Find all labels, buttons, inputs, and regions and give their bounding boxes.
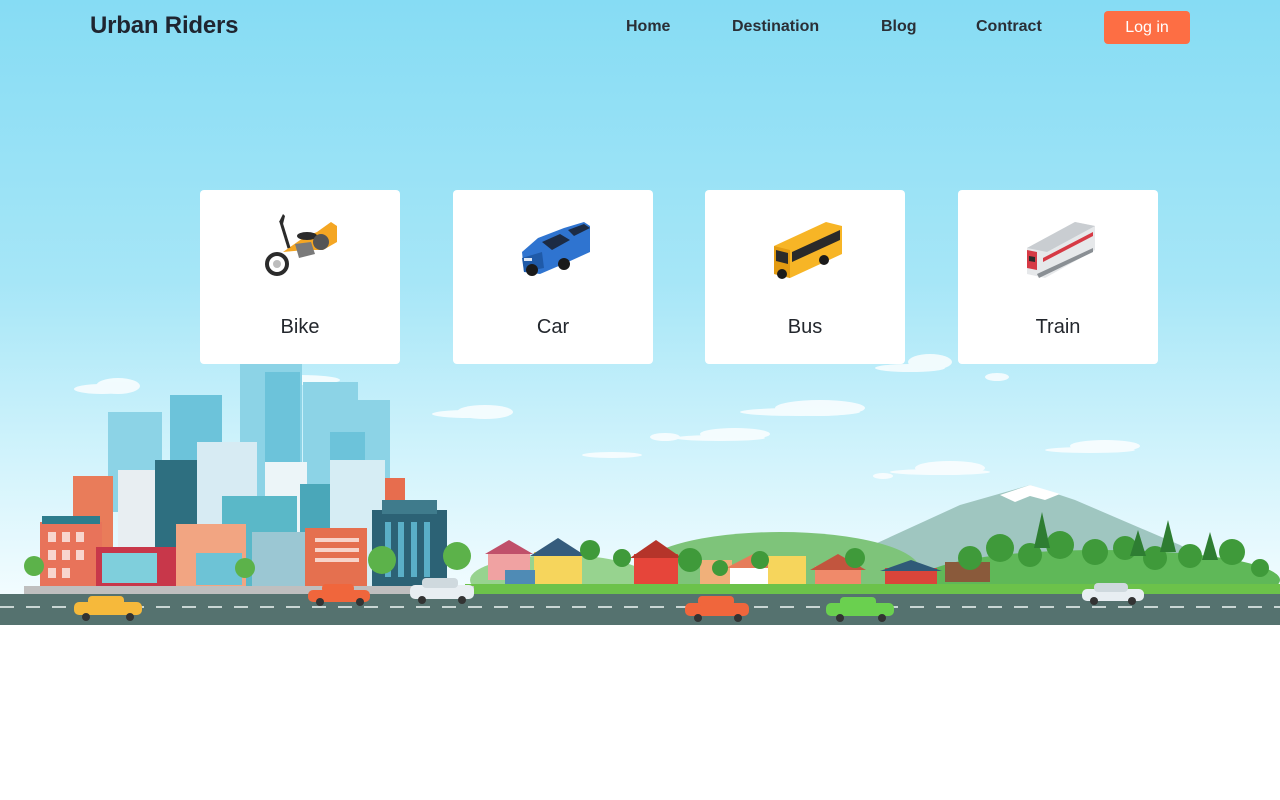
nav-link-home[interactable]: Home [626, 18, 670, 36]
login-button[interactable]: Log in [1104, 11, 1190, 44]
vehicle-card-bike[interactable]: Bike [200, 190, 400, 364]
vehicle-card-train[interactable]: Train [958, 190, 1158, 364]
nav-link-blog[interactable]: Blog [881, 18, 917, 36]
bus-icon [774, 222, 842, 279]
vehicle-label: Bike [280, 316, 320, 338]
vehicle-label: Train [1035, 316, 1081, 338]
nav-link-contract[interactable]: Contract [976, 18, 1042, 36]
vehicle-label: Bus [787, 316, 823, 338]
brand-logo[interactable]: Urban Riders [90, 12, 239, 40]
motorbike-icon [265, 214, 337, 276]
hero-section: Urban Riders Home Destination Blog Contr… [0, 0, 1280, 625]
top-navbar: Urban Riders Home Destination Blog Contr… [0, 0, 1280, 56]
vehicle-label: Car [536, 316, 570, 338]
nav-link-destination[interactable]: Destination [732, 18, 819, 36]
vehicle-card-bus[interactable]: Bus [705, 190, 905, 364]
train-icon [1027, 222, 1095, 278]
car-icon [522, 222, 590, 276]
vehicle-card-car[interactable]: Car [453, 190, 653, 364]
